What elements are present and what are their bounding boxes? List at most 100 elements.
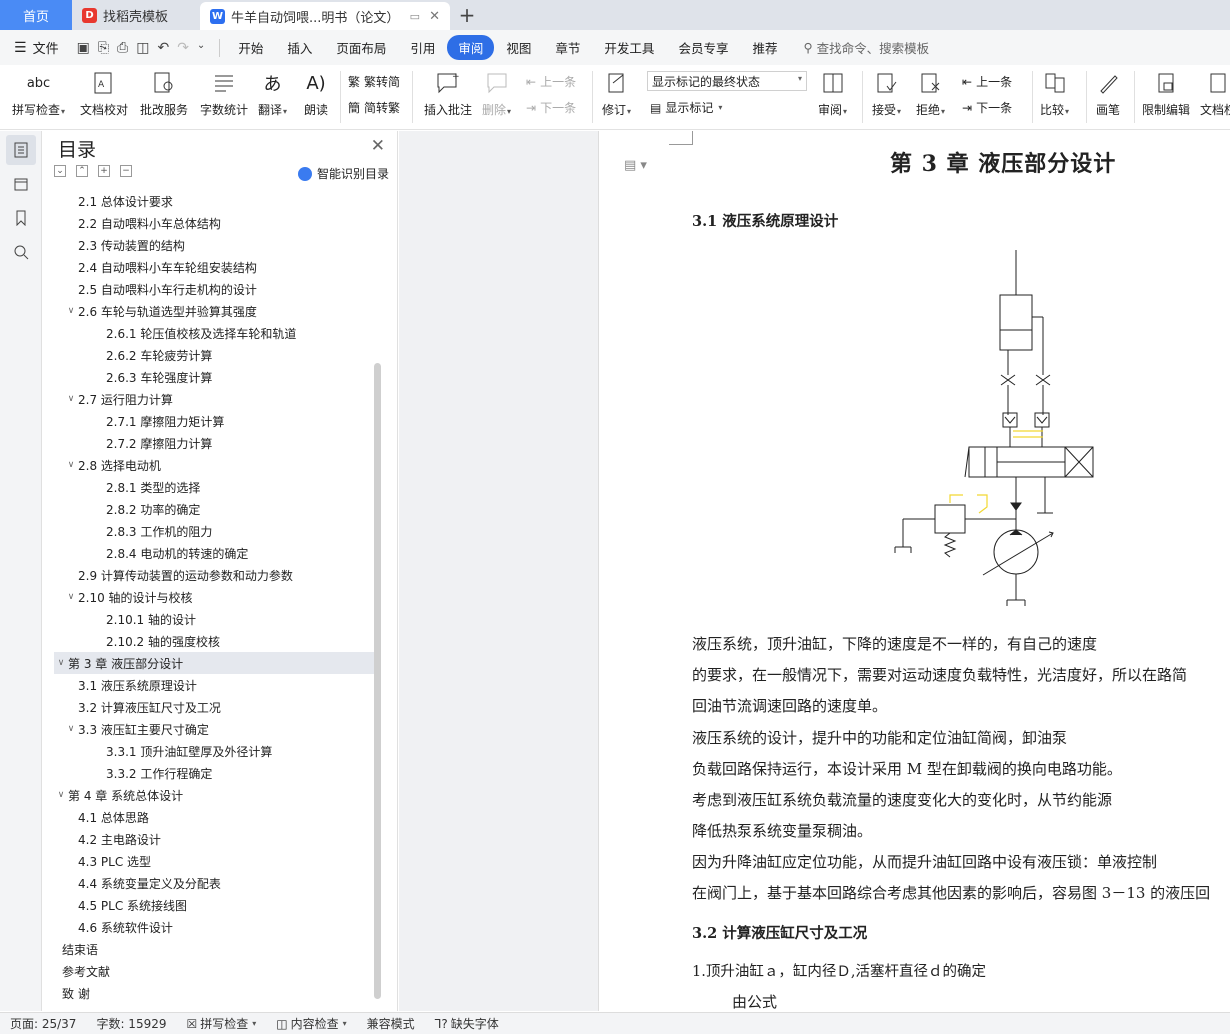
outline-item[interactable]: 2.9 计算传动装置的运动参数和动力参数 <box>54 564 374 586</box>
outline-item[interactable]: 2.8.1 类型的选择 <box>54 476 374 498</box>
outline-item[interactable]: 2.8.4 电动机的转速的确定 <box>54 542 374 564</box>
chevron-down-icon[interactable]: ∨ <box>54 658 68 668</box>
prev-change-button[interactable]: ⇤ 上一条 <box>962 73 1012 90</box>
outline-item[interactable]: 2.4 自动喂料小车车轮组安装结构 <box>54 256 374 278</box>
outline-toggle-icon[interactable] <box>6 135 36 165</box>
print-icon[interactable]: ⎙ <box>117 40 128 56</box>
chevron-down-icon[interactable]: ∨ <box>64 306 78 316</box>
menu-reference[interactable]: 引用 <box>398 35 447 60</box>
add-icon[interactable]: + <box>98 165 110 177</box>
chevron-down-icon[interactable]: ∨ <box>64 592 78 602</box>
page-indicator[interactable]: 页面: 25/37 <box>0 1015 86 1032</box>
outline-item[interactable]: 2.8.3 工作机的阻力 <box>54 520 374 542</box>
translate-button[interactable]: あ 翻译▾ <box>258 67 287 118</box>
next-change-button[interactable]: ⇥ 下一条 <box>962 99 1012 116</box>
insert-comment-button[interactable]: + 插入批注 <box>424 67 472 118</box>
command-search[interactable]: ⚲ 查找命令、搜索模板 <box>803 38 929 57</box>
prev-comment-button[interactable]: ⇤ 上一条 <box>526 73 576 90</box>
word-count-button[interactable]: 字数统计 <box>200 67 248 118</box>
outline-item[interactable]: 4.6 系统软件设计 <box>54 916 374 938</box>
word-count-indicator[interactable]: 字数: 15929 <box>86 1015 176 1032</box>
redo-icon[interactable]: ↷ <box>177 40 189 56</box>
outline-item[interactable]: ∨ 第 3 章 液压部分设计 <box>54 652 374 674</box>
outline-item[interactable]: 4.1 总体思路 <box>54 806 374 828</box>
outline-item[interactable]: 4.5 PLC 系统接线图 <box>54 894 374 916</box>
menu-devtools[interactable]: 开发工具 <box>592 35 666 60</box>
chevron-down-icon[interactable]: ∨ <box>64 724 78 734</box>
print-preview-icon[interactable]: ◫ <box>136 40 149 56</box>
outline-item[interactable]: 4.3 PLC 选型 <box>54 850 374 872</box>
collapse-all-icon[interactable]: ⌄ <box>54 165 66 177</box>
outline-item[interactable]: 2.10.1 轴的设计 <box>54 608 374 630</box>
tab-template[interactable]: D 找稻壳模板 <box>72 0 200 30</box>
outline-item[interactable]: 致 谢 <box>54 982 374 1004</box>
new-tab-button[interactable]: + <box>450 0 484 30</box>
menu-member[interactable]: 会员专享 <box>666 35 740 60</box>
outline-item[interactable]: ∨ 2.10 轴的设计与校核 <box>54 586 374 608</box>
show-marks-button[interactable]: ▤ 显示标记 ▾ <box>650 99 722 116</box>
accept-button[interactable]: 接受▾ <box>872 67 901 118</box>
menu-layout[interactable]: 页面布局 <box>324 35 398 60</box>
outline-item[interactable]: 2.5 自动喂料小车行走机构的设计 <box>54 278 374 300</box>
remove-icon[interactable]: − <box>120 165 132 177</box>
doc-permission-button[interactable]: 文档权 <box>1200 67 1230 118</box>
outline-item[interactable]: 2.6.1 轮压值校核及选择车轮和轨道 <box>54 322 374 344</box>
outline-item[interactable]: ∨ 2.7 运行阻力计算 <box>54 388 374 410</box>
chevron-down-icon[interactable]: ∨ <box>64 460 78 470</box>
review-pane-button[interactable]: 审阅▾ <box>818 67 847 118</box>
close-tab-icon[interactable]: ✕ <box>429 9 440 24</box>
pen-button[interactable]: 画笔 <box>1096 67 1120 118</box>
monitor-icon[interactable]: ▭ <box>410 10 420 23</box>
outline-item[interactable]: 2.1 总体设计要求 <box>54 190 374 212</box>
outline-item[interactable]: 2.7.1 摩擦阻力矩计算 <box>54 410 374 432</box>
outline-item[interactable]: ∨ 3.3 液压缸主要尺寸确定 <box>54 718 374 740</box>
menu-start[interactable]: 开始 <box>226 35 275 60</box>
simp-to-trad-button[interactable]: 簡简转繁 <box>348 99 400 116</box>
outline-item[interactable]: 2.6.2 车轮疲劳计算 <box>54 344 374 366</box>
save-icon[interactable]: ▣ <box>77 40 90 56</box>
outline-item[interactable]: 2.6.3 车轮强度计算 <box>54 366 374 388</box>
menu-chapter[interactable]: 章节 <box>543 35 592 60</box>
menu-review[interactable]: 审阅 <box>447 35 495 60</box>
outline-item[interactable]: 2.8.2 功率的确定 <box>54 498 374 520</box>
tab-document[interactable]: W 牛羊自动饲喂...明书（论文） ▭ ✕ <box>200 2 450 30</box>
search-icon[interactable] <box>6 237 36 267</box>
smart-toc-button[interactable]: 智能识别目录 <box>297 165 389 182</box>
tab-home[interactable]: 首页 <box>0 0 72 30</box>
export-icon[interactable]: ⎘ <box>98 40 109 56</box>
display-state-select[interactable]: 显示标记的最终状态 ▾ <box>647 71 807 91</box>
outline-item[interactable]: 3.2 计算液压缸尺寸及工况 <box>54 696 374 718</box>
menu-recommend[interactable]: 推荐 <box>740 35 789 60</box>
menu-view[interactable]: 视图 <box>494 35 543 60</box>
outline-item[interactable]: 3.3.1 顶升油缸壁厚及外径计算 <box>54 740 374 762</box>
track-changes-button[interactable]: 修订▾ <box>602 67 631 118</box>
delete-comment-button[interactable]: 删除▾ <box>482 67 511 118</box>
outline-item[interactable]: 4.2 主电路设计 <box>54 828 374 850</box>
outline-item[interactable]: ∨ 2.6 车轮与轨道选型并验算其强度 <box>54 300 374 322</box>
outline-item[interactable]: 2.10.2 轴的强度校核 <box>54 630 374 652</box>
outline-item[interactable]: 结束语 <box>54 938 374 960</box>
more-icon[interactable]: ⌄ <box>197 40 205 56</box>
read-aloud-button[interactable]: A) 朗读 <box>304 67 328 118</box>
menu-insert[interactable]: 插入 <box>275 35 324 60</box>
annotation-service-button[interactable]: 批改服务 <box>140 67 188 118</box>
outline-item[interactable]: 2.3 传动装置的结构 <box>54 234 374 256</box>
spell-check-button[interactable]: abc 拼写检查▾ <box>12 67 65 118</box>
next-comment-button[interactable]: ⇥ 下一条 <box>526 99 576 116</box>
chevron-down-icon[interactable]: ∨ <box>64 394 78 404</box>
outline-scrollbar[interactable] <box>374 363 381 999</box>
outline-item[interactable]: ∨ 第 4 章 系统总体设计 <box>54 784 374 806</box>
file-menu[interactable]: ☰ 文件 <box>0 38 69 58</box>
doc-check-button[interactable]: A 文档校对 <box>80 67 128 118</box>
outline-item[interactable]: 3.3.2 工作行程确定 <box>54 762 374 784</box>
compare-button[interactable]: 比较▾ <box>1040 67 1069 118</box>
chevron-down-icon[interactable]: ∨ <box>54 790 68 800</box>
outline-item[interactable]: 3.1 液压系统原理设计 <box>54 674 374 696</box>
chapter-nav-icon[interactable] <box>6 169 36 199</box>
close-icon[interactable]: ✕ <box>371 136 385 156</box>
content-check-status[interactable]: ◫ 内容检查 ▾ <box>266 1015 356 1032</box>
reject-button[interactable]: 拒绝▾ <box>916 67 945 118</box>
restrict-edit-button[interactable]: 限制编辑 <box>1142 67 1190 118</box>
trad-to-simp-button[interactable]: 繁繁转简 <box>348 73 400 90</box>
outline-item[interactable]: ∨ 2.8 选择电动机 <box>54 454 374 476</box>
